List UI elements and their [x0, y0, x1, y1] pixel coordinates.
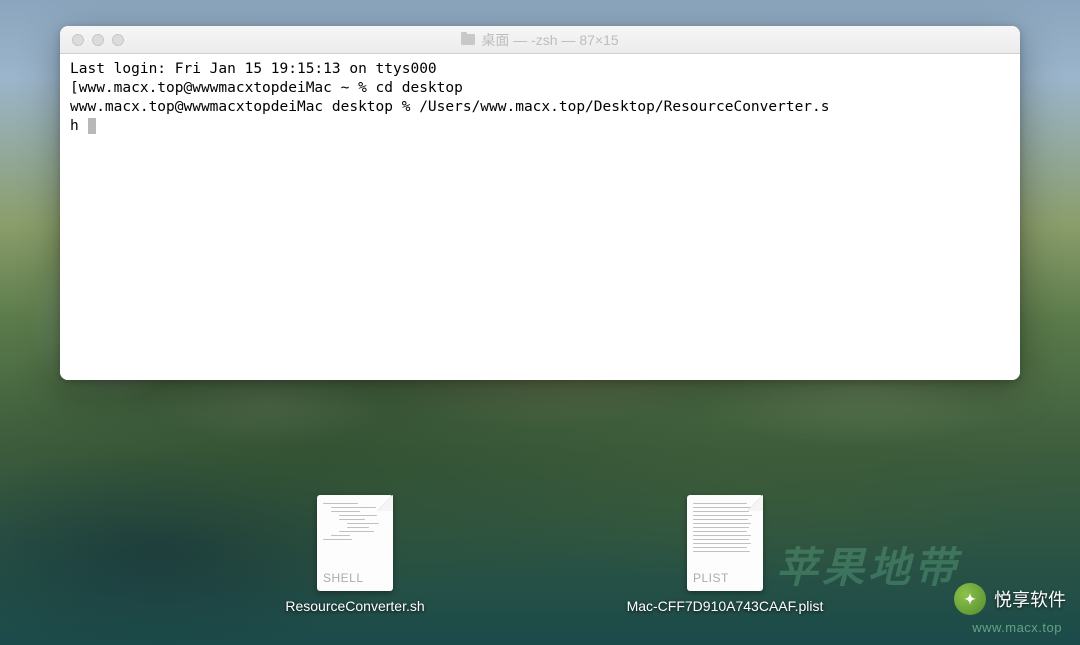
terminal-window: 桌面 — -zsh — 87×15 Last login: Fri Jan 15… — [60, 26, 1020, 380]
desktop-file[interactable]: SHELL ResourceConverter.sh — [250, 495, 460, 615]
shell-file-icon: SHELL — [317, 495, 393, 591]
window-titlebar[interactable]: 桌面 — -zsh — 87×15 — [60, 26, 1020, 54]
cursor — [88, 118, 96, 134]
zoom-button[interactable] — [112, 34, 124, 46]
terminal-line: Last login: Fri Jan 15 19:15:13 on ttys0… — [70, 61, 437, 77]
window-title: 桌面 — -zsh — 87×15 — [60, 30, 1020, 50]
minimize-button[interactable] — [92, 34, 104, 46]
watermark: ✦ 悦享软件 — [954, 583, 1066, 615]
watermark-background: 苹果地带 — [776, 534, 960, 595]
terminal-line: www.macx.top@wwwmacxtopdeiMac desktop % … — [70, 99, 830, 115]
file-type-label: SHELL — [323, 571, 364, 585]
terminal-line: [www.macx.top@wwwmacxtopdeiMac ~ % cd de… — [70, 80, 463, 96]
watermark-url: www.macx.top — [972, 620, 1062, 635]
traffic-lights — [60, 34, 124, 46]
watermark-brand: 悦享软件 — [994, 586, 1066, 612]
file-type-label: PLIST — [693, 571, 729, 585]
window-title-text: 桌面 — -zsh — 87×15 — [481, 30, 618, 50]
wechat-icon: ✦ — [954, 583, 986, 615]
file-name-label: ResourceConverter.sh — [285, 597, 424, 615]
terminal-content[interactable]: Last login: Fri Jan 15 19:15:13 on ttys0… — [60, 54, 1020, 380]
terminal-line: h — [70, 118, 87, 134]
folder-icon — [461, 34, 475, 45]
plist-file-icon: PLIST — [687, 495, 763, 591]
close-button[interactable] — [72, 34, 84, 46]
file-name-label: Mac-CFF7D910A743CAAF.plist — [627, 597, 824, 615]
